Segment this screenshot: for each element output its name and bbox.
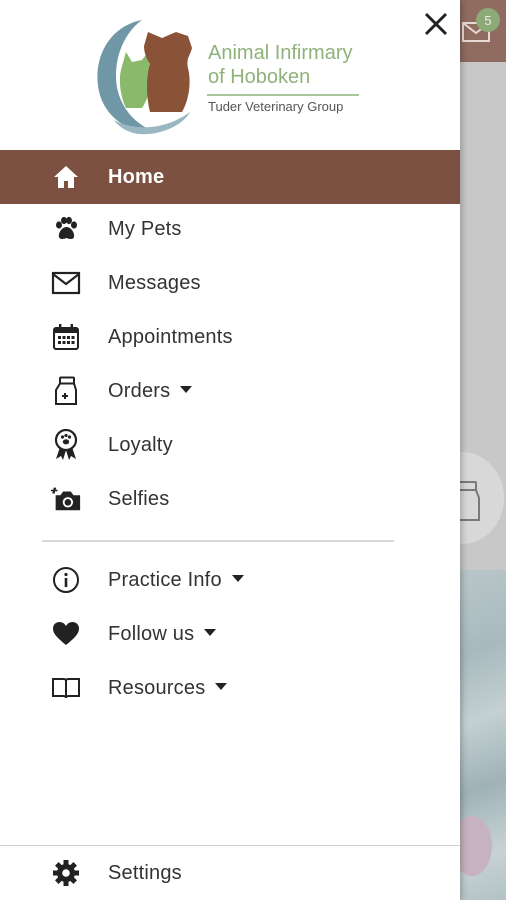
menu-label-messages: Messages (108, 271, 201, 294)
menu-item-loyalty[interactable]: Loyalty (0, 418, 460, 472)
menu-item-follow-us[interactable]: Follow us (0, 607, 460, 661)
envelope-icon (50, 267, 82, 299)
logo-mark-icon (97, 20, 192, 135)
menu-label-home: Home (108, 165, 165, 188)
menu-divider (42, 540, 394, 542)
menu-item-settings[interactable]: Settings (0, 846, 460, 900)
menu-label-loyalty: Loyalty (108, 433, 173, 456)
message-count-badge: 5 (476, 8, 500, 32)
calendar-icon (50, 321, 82, 353)
chevron-down-icon (215, 682, 228, 690)
menu-item-home[interactable]: Home (0, 150, 460, 204)
logo-divider (207, 94, 359, 96)
menu-label-selfies: Selfies (108, 487, 170, 510)
menu-label-resources: Resources (108, 677, 228, 700)
menu-label-my-pets: My Pets (108, 217, 182, 240)
chevron-down-icon (231, 574, 244, 582)
menu-label-orders: Orders (108, 380, 193, 403)
award-ribbon-icon (50, 429, 82, 461)
menu-label-appointments: Appointments (108, 325, 233, 348)
paw-icon (50, 213, 82, 245)
menu-item-practice-info[interactable]: Practice Info (0, 553, 460, 607)
menu-item-appointments[interactable]: Appointments (0, 310, 460, 364)
menu-label-settings: Settings (108, 861, 182, 884)
menu-item-messages[interactable]: Messages (0, 256, 460, 310)
heart-icon (50, 618, 82, 650)
navigation-drawer: Animal Infirmary of Hoboken Tuder Veteri… (0, 0, 460, 900)
menu-item-selfies[interactable]: Selfies (0, 472, 460, 526)
chevron-down-icon (204, 628, 217, 636)
logo-tagline: Tuder Veterinary Group (208, 99, 344, 114)
chevron-down-icon (180, 385, 193, 393)
close-icon[interactable] (420, 8, 452, 40)
logo-title-line1: Animal Infirmary (208, 42, 353, 64)
book-icon (50, 672, 82, 704)
home-icon (50, 161, 82, 193)
menu-item-orders[interactable]: Orders (0, 364, 460, 418)
logo-title-line2: of Hoboken (208, 66, 311, 88)
menu-item-resources[interactable]: Resources (0, 661, 460, 715)
medicine-bottle-icon (50, 375, 82, 407)
gear-icon (50, 857, 82, 889)
menu-label-practice-info: Practice Info (108, 569, 244, 592)
info-icon (50, 564, 82, 596)
menu-item-my-pets[interactable]: My Pets (0, 202, 460, 256)
menu-label-follow-us: Follow us (108, 623, 217, 646)
camera-icon (50, 483, 82, 515)
